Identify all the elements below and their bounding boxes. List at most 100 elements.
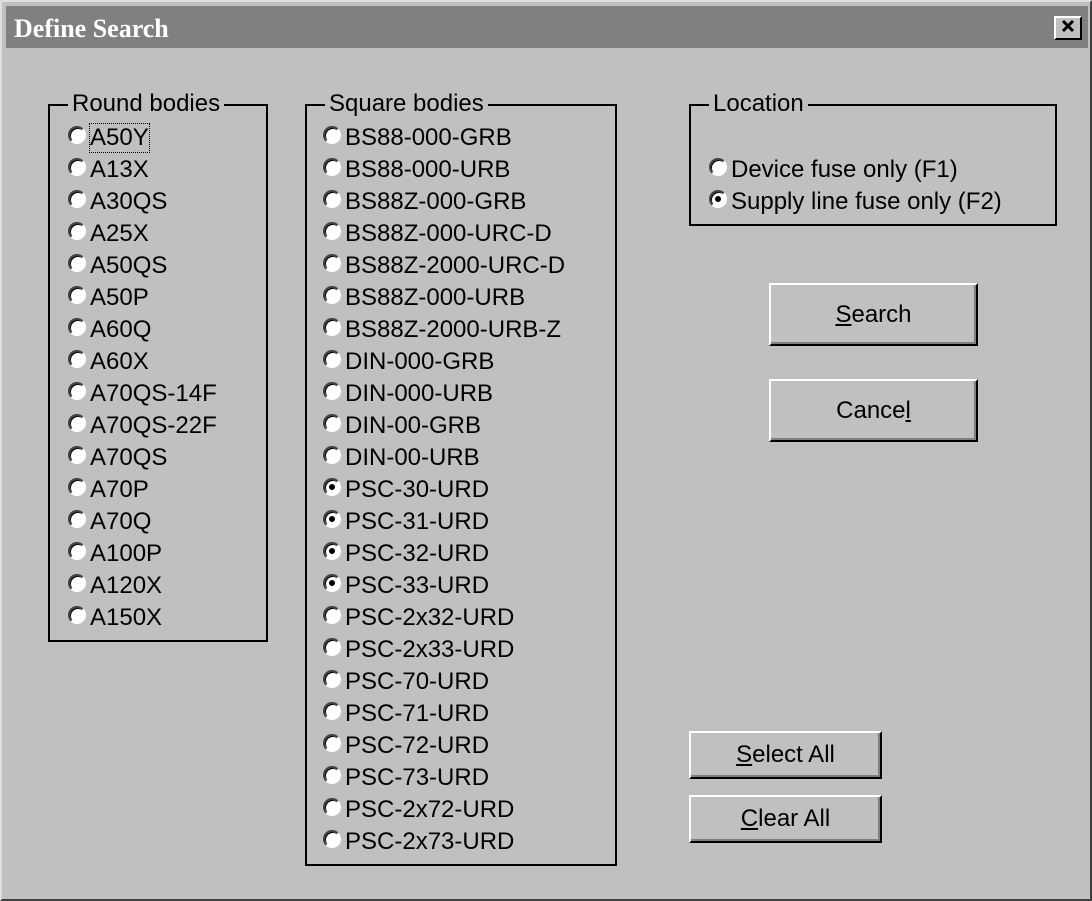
- cancel-button[interactable]: Cancel: [769, 379, 978, 442]
- radio-unchecked-icon[interactable]: [323, 638, 341, 656]
- radio-unchecked-icon[interactable]: [323, 126, 341, 144]
- radio-unchecked-icon[interactable]: [323, 382, 341, 400]
- radio-unchecked-icon[interactable]: [323, 190, 341, 208]
- radio-unchecked-icon[interactable]: [323, 446, 341, 464]
- radio-unchecked-icon[interactable]: [68, 510, 86, 528]
- radio-unchecked-icon[interactable]: [323, 350, 341, 368]
- radio-unchecked-icon[interactable]: [68, 286, 86, 304]
- radio-unchecked-icon[interactable]: [68, 542, 86, 560]
- radio-unchecked-icon[interactable]: [68, 190, 86, 208]
- round-bodies-group: Round bodies A50Y A13X A30QS A25X A50QS A50P A…: [48, 90, 268, 642]
- square-body-option-label: PSC-73-URD: [345, 764, 490, 791]
- square-body-option[interactable]: PSC-2x32-URD: [323, 602, 514, 634]
- square-body-option[interactable]: PSC-70-URD: [323, 666, 489, 698]
- radio-unchecked-icon[interactable]: [709, 158, 727, 176]
- square-body-option-label: BS88Z-000-URC-D: [345, 220, 552, 247]
- radio-unchecked-icon[interactable]: [68, 414, 86, 432]
- square-bodies-legend: Square bodies: [325, 90, 488, 118]
- square-body-option[interactable]: PSC-32-URD: [323, 538, 489, 570]
- radio-unchecked-icon[interactable]: [323, 222, 341, 240]
- round-body-option[interactable]: A30QS: [68, 186, 167, 218]
- round-body-option[interactable]: A70QS: [68, 442, 167, 474]
- square-body-option[interactable]: PSC-31-URD: [323, 506, 489, 538]
- round-body-option[interactable]: A60X: [68, 346, 149, 378]
- radio-checked-icon[interactable]: [323, 510, 341, 528]
- square-body-option[interactable]: DIN-000-URB: [323, 378, 493, 410]
- round-body-option[interactable]: A70QS-14F: [68, 378, 217, 410]
- close-button[interactable]: [1054, 16, 1082, 40]
- round-body-option[interactable]: A150X: [68, 602, 162, 634]
- radio-unchecked-icon[interactable]: [323, 318, 341, 336]
- square-body-option[interactable]: BS88-000-URB: [323, 154, 510, 186]
- radio-unchecked-icon[interactable]: [323, 734, 341, 752]
- square-body-option[interactable]: BS88Z-2000-URB-Z: [323, 314, 561, 346]
- round-body-option[interactable]: A25X: [68, 218, 149, 250]
- square-body-option[interactable]: DIN-00-URB: [323, 442, 480, 474]
- radio-unchecked-icon[interactable]: [68, 478, 86, 496]
- search-button[interactable]: Search: [769, 283, 978, 346]
- square-body-option[interactable]: BS88Z-000-URC-D: [323, 218, 552, 250]
- round-body-option-label: A50Y: [89, 123, 150, 153]
- radio-unchecked-icon[interactable]: [68, 126, 86, 144]
- clear-all-button[interactable]: Clear All: [689, 795, 882, 843]
- round-body-option[interactable]: A70Q: [68, 506, 151, 538]
- title-bar[interactable]: Define Search: [6, 6, 1088, 48]
- round-body-option[interactable]: A50P: [68, 282, 149, 314]
- radio-unchecked-icon[interactable]: [323, 286, 341, 304]
- radio-unchecked-icon[interactable]: [323, 158, 341, 176]
- radio-unchecked-icon[interactable]: [323, 702, 341, 720]
- square-body-option-label: BS88Z-2000-URC-D: [345, 252, 566, 279]
- square-body-option[interactable]: DIN-000-GRB: [323, 346, 494, 378]
- radio-checked-icon[interactable]: [323, 478, 341, 496]
- radio-unchecked-icon[interactable]: [323, 414, 341, 432]
- square-body-option[interactable]: PSC-2x73-URD: [323, 826, 514, 858]
- radio-unchecked-icon[interactable]: [68, 574, 86, 592]
- radio-unchecked-icon[interactable]: [323, 254, 341, 272]
- round-body-option-label: A70QS: [90, 444, 168, 471]
- square-body-option[interactable]: PSC-72-URD: [323, 730, 489, 762]
- square-body-option[interactable]: DIN-00-GRB: [323, 410, 481, 442]
- round-body-option-label: A30QS: [90, 188, 168, 215]
- radio-unchecked-icon[interactable]: [323, 830, 341, 848]
- square-body-option[interactable]: PSC-73-URD: [323, 762, 489, 794]
- radio-unchecked-icon[interactable]: [68, 350, 86, 368]
- select-all-button[interactable]: Select All: [689, 731, 882, 779]
- round-body-option[interactable]: A70P: [68, 474, 149, 506]
- round-body-option[interactable]: A50Y: [68, 122, 150, 154]
- radio-checked-icon[interactable]: [323, 542, 341, 560]
- square-body-option[interactable]: PSC-30-URD: [323, 474, 489, 506]
- square-body-option[interactable]: BS88Z-2000-URC-D: [323, 250, 565, 282]
- round-body-option[interactable]: A50QS: [68, 250, 167, 282]
- radio-unchecked-icon[interactable]: [68, 382, 86, 400]
- square-body-option[interactable]: BS88-000-GRB: [323, 122, 512, 154]
- radio-unchecked-icon[interactable]: [68, 446, 86, 464]
- square-body-option[interactable]: BS88Z-000-GRB: [323, 186, 526, 218]
- radio-checked-icon[interactable]: [709, 190, 727, 208]
- radio-checked-icon[interactable]: [323, 574, 341, 592]
- radio-unchecked-icon[interactable]: [68, 254, 86, 272]
- radio-unchecked-icon[interactable]: [323, 606, 341, 624]
- radio-unchecked-icon[interactable]: [68, 222, 86, 240]
- location-option[interactable]: Supply line fuse only (F2): [709, 186, 1002, 218]
- radio-unchecked-icon[interactable]: [68, 318, 86, 336]
- round-body-option-label: A70Q: [90, 508, 152, 535]
- round-body-option[interactable]: A100P: [68, 538, 162, 570]
- window-title: Define Search: [14, 14, 169, 43]
- square-body-option[interactable]: PSC-71-URD: [323, 698, 489, 730]
- cancel-button-label: Cancel: [836, 396, 911, 424]
- square-body-option[interactable]: BS88Z-000-URB: [323, 282, 525, 314]
- location-option[interactable]: Device fuse only (F1): [709, 154, 958, 186]
- radio-unchecked-icon[interactable]: [323, 766, 341, 784]
- radio-unchecked-icon[interactable]: [323, 798, 341, 816]
- square-body-option-label: PSC-2x32-URD: [345, 604, 515, 631]
- square-body-option[interactable]: PSC-2x72-URD: [323, 794, 514, 826]
- round-body-option[interactable]: A13X: [68, 154, 149, 186]
- round-body-option[interactable]: A120X: [68, 570, 162, 602]
- radio-unchecked-icon[interactable]: [68, 606, 86, 624]
- square-body-option[interactable]: PSC-33-URD: [323, 570, 489, 602]
- round-body-option[interactable]: A60Q: [68, 314, 151, 346]
- radio-unchecked-icon[interactable]: [323, 670, 341, 688]
- round-body-option[interactable]: A70QS-22F: [68, 410, 217, 442]
- radio-unchecked-icon[interactable]: [68, 158, 86, 176]
- square-body-option[interactable]: PSC-2x33-URD: [323, 634, 514, 666]
